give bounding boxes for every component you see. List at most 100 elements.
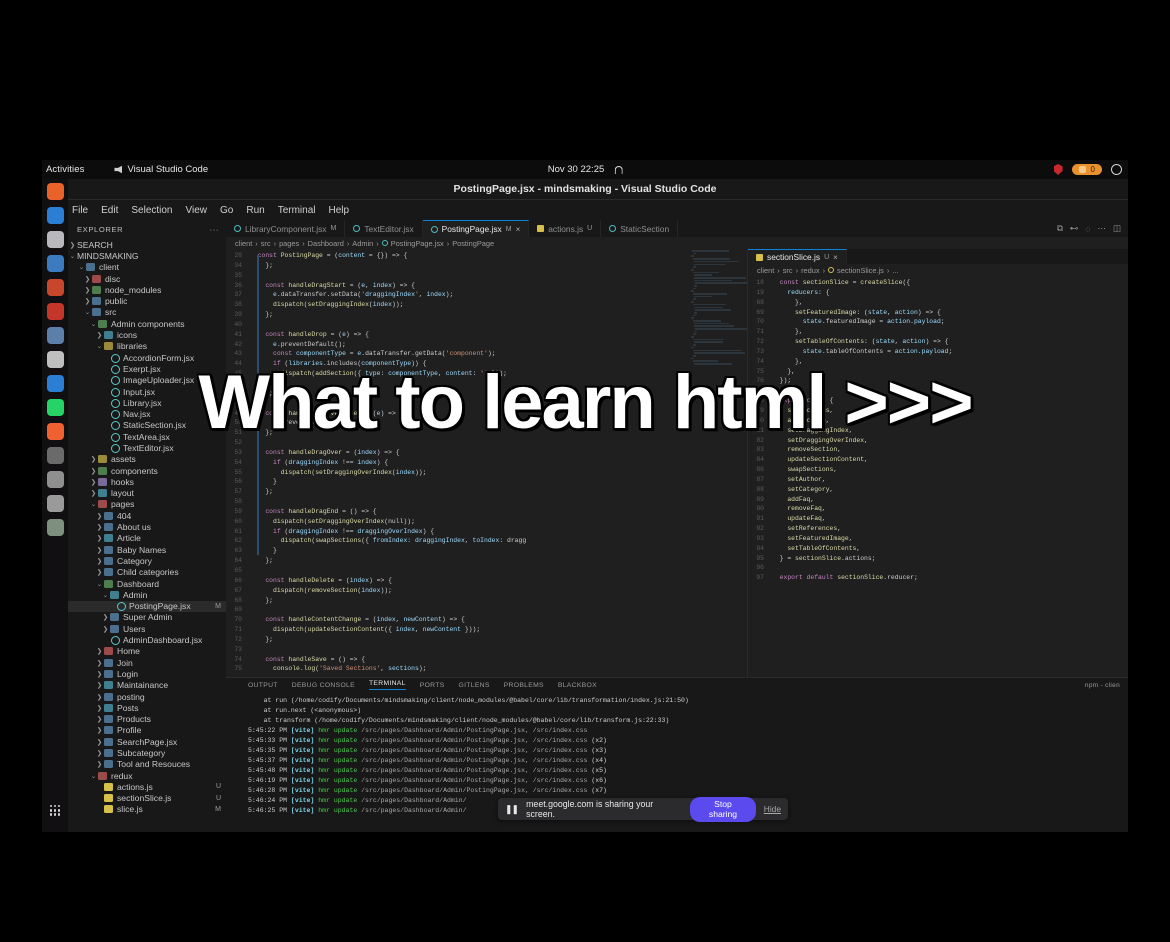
- tree-folder[interactable]: ❯ Posts: [68, 702, 226, 713]
- breadcrumb-r-0[interactable]: client: [757, 266, 774, 275]
- menu-terminal[interactable]: Terminal: [278, 205, 316, 216]
- app-grey-4-icon[interactable]: [46, 519, 64, 536]
- panel-tab[interactable]: OUTPUT: [248, 682, 278, 689]
- breadcrumb-1[interactable]: src: [261, 239, 271, 248]
- panel-tab[interactable]: GITLENS: [459, 682, 490, 689]
- minimap-left[interactable]: [689, 249, 747, 677]
- libreoffice-draw-icon[interactable]: [46, 303, 64, 320]
- tree-file[interactable]: slice.js M: [68, 804, 226, 815]
- tree-folder[interactable]: ⌄ Admin components: [68, 318, 226, 329]
- tree-folder[interactable]: ❯ posting: [68, 691, 226, 702]
- hide-button[interactable]: Hide: [764, 804, 781, 814]
- explorer-more-icon[interactable]: ···: [210, 225, 219, 234]
- libreoffice-impress-icon[interactable]: [46, 279, 64, 296]
- tree-folder[interactable]: ❯ Tool and Resouces: [68, 759, 226, 770]
- menu-file[interactable]: File: [72, 205, 88, 216]
- tree-folder[interactable]: ⌄ Admin: [68, 589, 226, 600]
- menu-view[interactable]: View: [186, 205, 208, 216]
- tree-folder[interactable]: ❯ layout: [68, 488, 226, 499]
- tree-folder[interactable]: ⌄ src: [68, 307, 226, 318]
- tree-folder[interactable]: ❯ Users: [68, 623, 226, 634]
- tree-folder[interactable]: ❯ SearchPage.jsx: [68, 736, 226, 747]
- tree-folder[interactable]: ❯ hooks: [68, 476, 226, 487]
- panel-tab[interactable]: PORTS: [420, 682, 445, 689]
- files-icon[interactable]: [46, 231, 64, 248]
- activities-button[interactable]: Activities: [46, 164, 84, 175]
- tree-file[interactable]: sectionSlice.js U: [68, 793, 226, 804]
- menu-edit[interactable]: Edit: [101, 205, 118, 216]
- tree-file[interactable]: AdminDashboard.jsx: [68, 634, 226, 646]
- tree-folder[interactable]: ⌄ client: [68, 262, 226, 273]
- explorer-root-row[interactable]: ⌄ MINDSMAKING: [68, 250, 226, 261]
- shield-icon[interactable]: [1053, 164, 1063, 175]
- tree-folder[interactable]: ❯ Home: [68, 646, 226, 657]
- pause-icon[interactable]: ❚❚: [505, 804, 519, 815]
- tree-file[interactable]: PostingPage.jsx M: [68, 600, 226, 612]
- breadcrumb-4[interactable]: Admin: [352, 239, 373, 248]
- app-grey-1-icon[interactable]: [46, 447, 64, 464]
- menu-selection[interactable]: Selection: [131, 205, 172, 216]
- tree-folder[interactable]: ⌄ Dashboard: [68, 578, 226, 589]
- tree-folder[interactable]: ❯ Child categories: [68, 567, 226, 578]
- breadcrumb-2[interactable]: pages: [279, 239, 299, 248]
- close-icon[interactable]: ×: [833, 253, 838, 262]
- tree-folder[interactable]: ❯ disc: [68, 273, 226, 284]
- editor-tab[interactable]: PostingPage.jsx M ×: [422, 220, 530, 237]
- tree-folder[interactable]: ⌄ pages: [68, 499, 226, 510]
- tree-folder[interactable]: ❯ Join: [68, 657, 226, 668]
- breadcrumb-r-1[interactable]: src: [783, 266, 793, 275]
- app-grey-2-icon[interactable]: [46, 471, 64, 488]
- tree-folder[interactable]: ❯ Super Admin: [68, 612, 226, 623]
- panel-tab[interactable]: BLACKBOX: [558, 682, 597, 689]
- gear-icon[interactable]: [1111, 164, 1122, 175]
- menu-help[interactable]: Help: [329, 205, 350, 216]
- tree-folder[interactable]: ❯ node_modules: [68, 284, 226, 295]
- app-grey-3-icon[interactable]: [46, 495, 64, 512]
- code-content-left[interactable]: 28 const PostingPage = (content = {}) =>…: [226, 249, 747, 674]
- tree-folder[interactable]: ❯ Baby Names: [68, 544, 226, 555]
- breadcrumb-5[interactable]: PostingPage.jsx: [391, 239, 444, 248]
- tree-folder[interactable]: ❯ components: [68, 465, 226, 476]
- tree-folder[interactable]: ❯ Category: [68, 555, 226, 566]
- panel-tab[interactable]: DEBUG CONSOLE: [292, 682, 355, 689]
- explorer-search-section[interactable]: ❯ SEARCH: [68, 239, 226, 250]
- editor-pane-right[interactable]: sectionSlice.js U × client › src › redux ›: [748, 249, 1128, 677]
- menu-go[interactable]: Go: [220, 205, 233, 216]
- gnome-clock[interactable]: Nov 30 22:25: [548, 164, 623, 175]
- editor-tab[interactable]: TextEditor.jsx: [345, 220, 423, 237]
- tree-folder[interactable]: ❯ Login: [68, 668, 226, 679]
- tree-folder[interactable]: ❯ Profile: [68, 725, 226, 736]
- more-actions-icon[interactable]: ⋯: [1097, 223, 1106, 234]
- tab-sectionSlice-js[interactable]: sectionSlice.js U ×: [748, 249, 847, 264]
- breadcrumb-r-4[interactable]: ...: [892, 266, 898, 275]
- breadcrumb-0[interactable]: client: [235, 239, 252, 248]
- layout-icon[interactable]: ◫: [1113, 223, 1121, 234]
- panel-tab[interactable]: TERMINAL: [368, 680, 406, 690]
- editor-tab[interactable]: actions.js U: [529, 220, 602, 237]
- thunderbird-icon[interactable]: [46, 207, 64, 224]
- tree-folder[interactable]: ⌄ libraries: [68, 341, 226, 352]
- tree-folder[interactable]: ❯ Products: [68, 713, 226, 724]
- tree-folder[interactable]: ⌄ redux: [68, 770, 226, 781]
- firefox-icon[interactable]: [46, 183, 64, 200]
- editor-tab[interactable]: LibraryComponent.jsx M: [226, 220, 346, 237]
- menu-run[interactable]: Run: [246, 205, 264, 216]
- tree-folder[interactable]: ❯ icons: [68, 329, 226, 340]
- tree-folder[interactable]: ❯ Article: [68, 533, 226, 544]
- split-editor-icon[interactable]: ⧉: [1057, 223, 1063, 234]
- text-editor-icon[interactable]: [46, 255, 64, 272]
- panel-tab[interactable]: PROBLEMS: [504, 682, 544, 689]
- tree-folder[interactable]: ❯ About us: [68, 521, 226, 532]
- breadcrumb-3[interactable]: Dashboard: [308, 239, 344, 248]
- editor-pane-left[interactable]: 28 const PostingPage = (content = {}) =>…: [226, 249, 748, 677]
- close-icon[interactable]: ×: [516, 225, 521, 234]
- tree-file[interactable]: actions.js U: [68, 781, 226, 792]
- breadcrumb-r-3[interactable]: sectionSlice.js: [837, 266, 884, 275]
- stop-sharing-button[interactable]: Stop sharing: [690, 796, 756, 822]
- tree-folder[interactable]: ❯ public: [68, 295, 226, 306]
- tree-folder[interactable]: ❯ Subcategory: [68, 747, 226, 758]
- breadcrumb-6[interactable]: PostingPage: [452, 239, 494, 248]
- run-icon[interactable]: ⊷: [1070, 223, 1079, 234]
- preview-icon[interactable]: ◌: [1085, 224, 1090, 234]
- gnome-active-app[interactable]: Visual Studio Code: [114, 164, 208, 175]
